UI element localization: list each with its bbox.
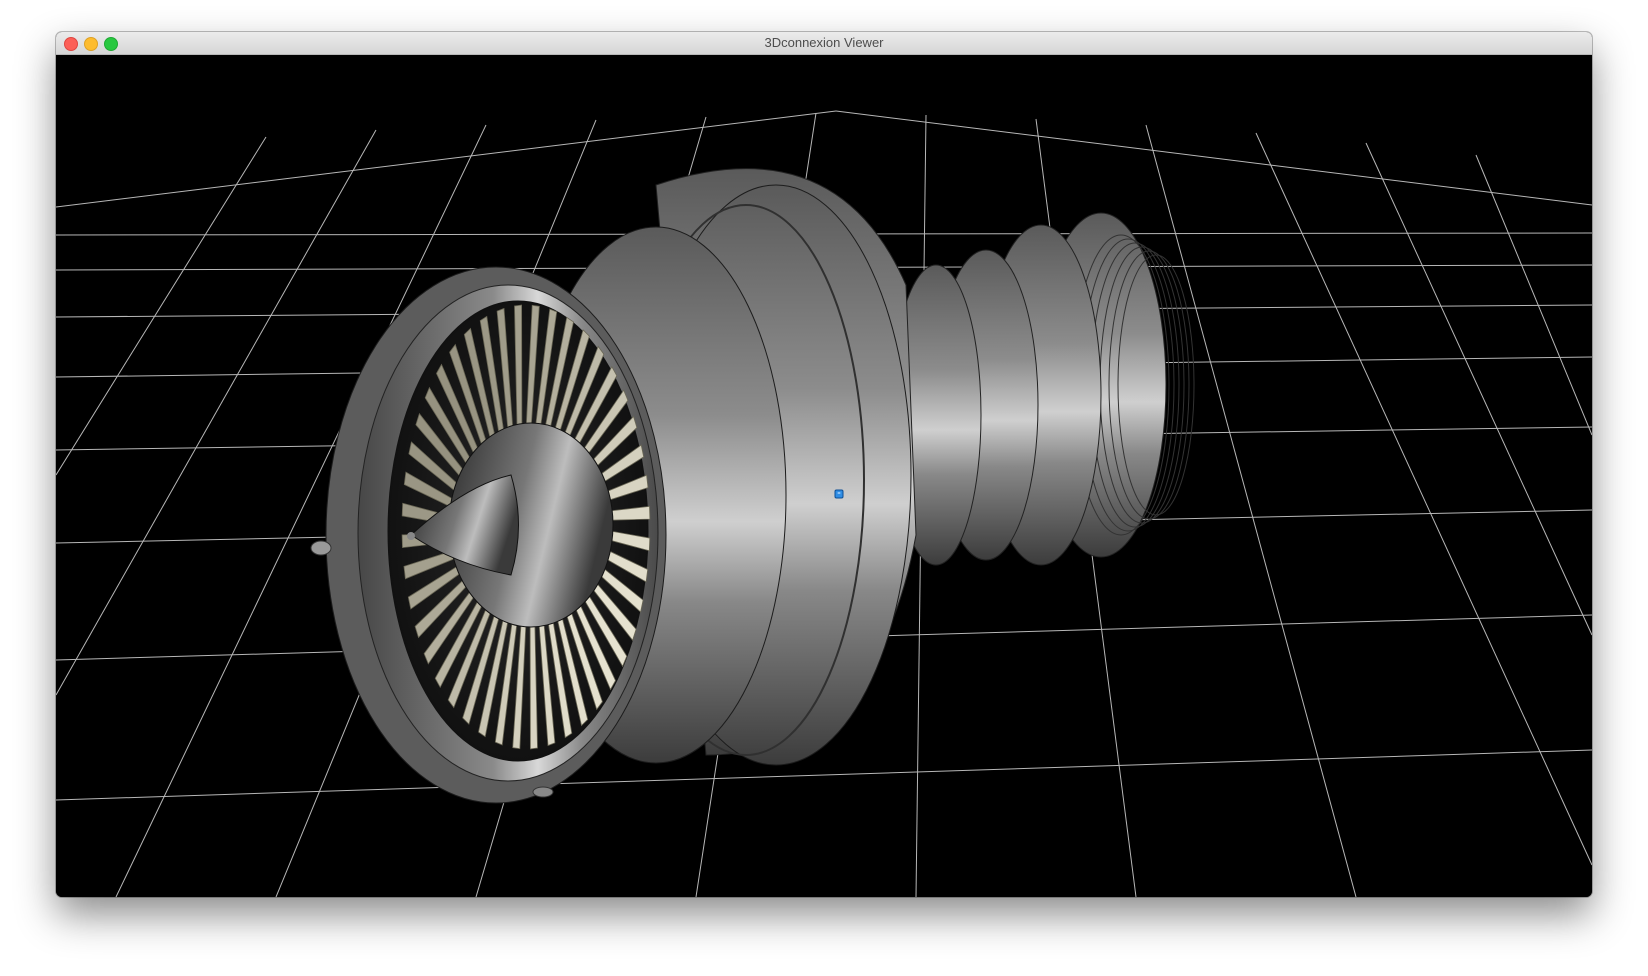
3d-viewport[interactable] (56, 55, 1592, 897)
probe-bottom (532, 786, 554, 798)
title-bar[interactable]: 3Dconnexion Viewer (56, 32, 1592, 55)
probe-left (310, 540, 332, 556)
spinner-tip (407, 532, 415, 540)
jet-engine-model[interactable] (310, 168, 1195, 804)
scene-canvas[interactable] (56, 55, 1592, 897)
app-window: 3Dconnexion Viewer (56, 32, 1592, 897)
window-title: 3Dconnexion Viewer (764, 35, 884, 50)
3dconnexion-cube-icon (834, 489, 844, 499)
